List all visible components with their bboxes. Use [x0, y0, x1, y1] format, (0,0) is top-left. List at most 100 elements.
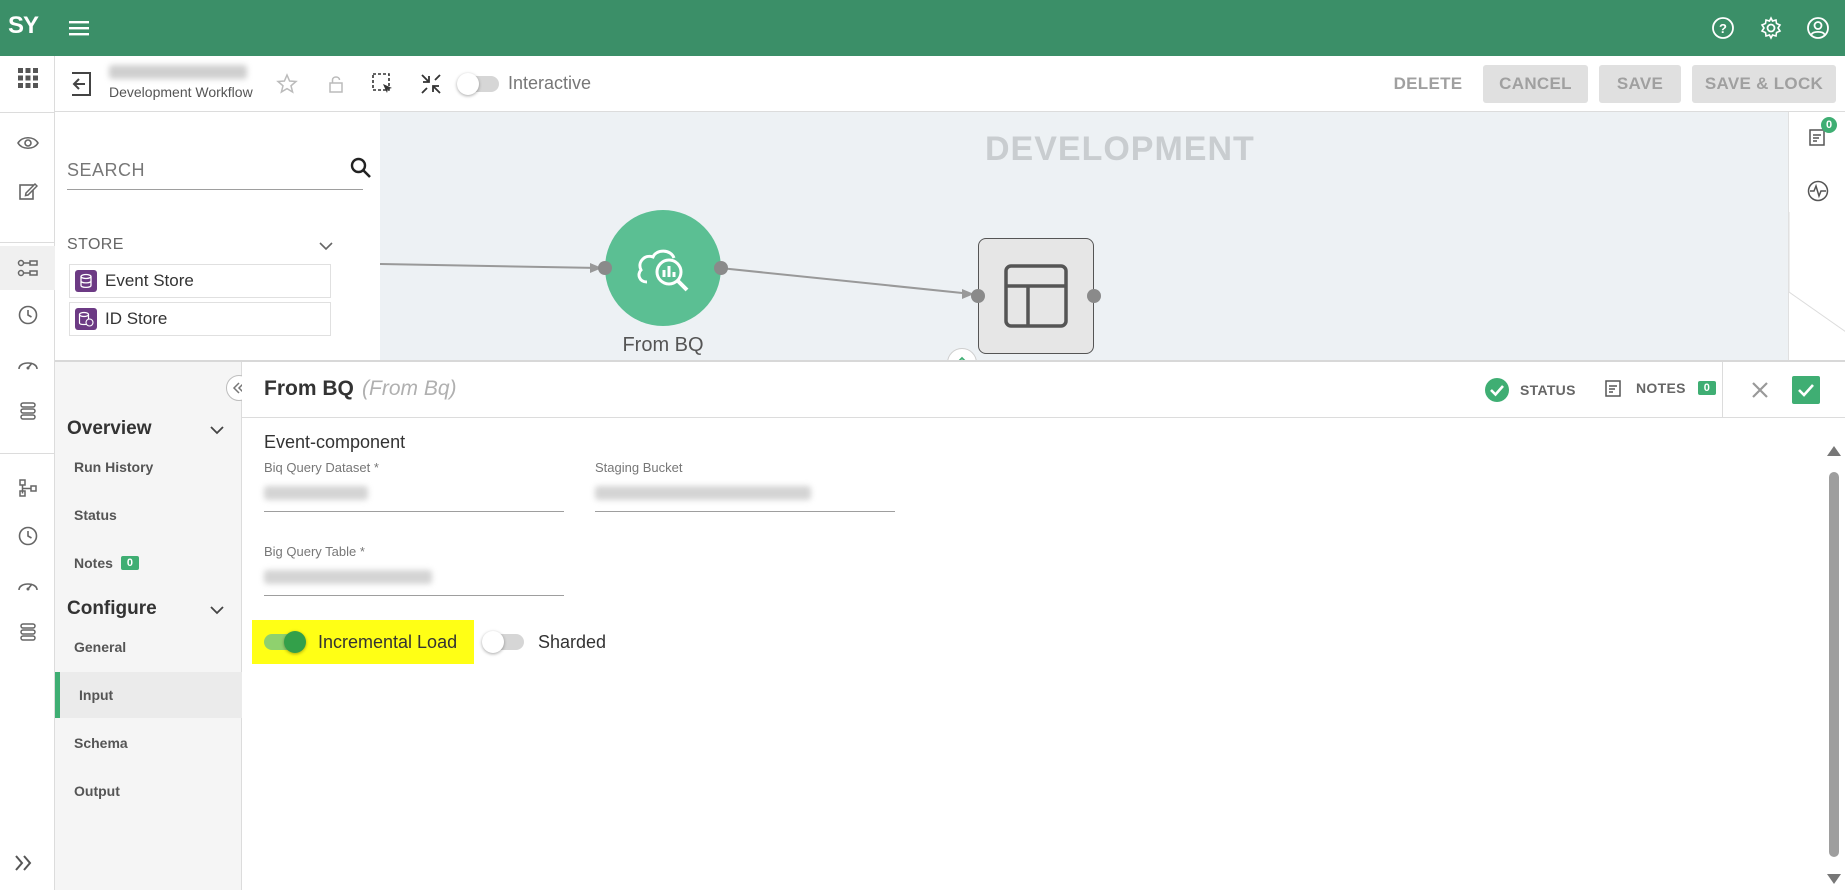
star-icon[interactable]	[274, 71, 300, 97]
search-icon[interactable]	[349, 156, 373, 185]
from-bq-node[interactable]	[605, 210, 721, 326]
nav-item-general[interactable]: General	[55, 624, 242, 670]
svg-text:?: ?	[1719, 21, 1727, 36]
confirm-check-button[interactable]	[1792, 376, 1820, 404]
eye-icon[interactable]	[0, 121, 55, 165]
workflow-name-redacted	[109, 65, 247, 79]
table-layout-icon	[1004, 264, 1068, 328]
panel-scrollbar[interactable]	[1823, 440, 1845, 890]
expand-rail-icon[interactable]	[8, 852, 40, 879]
configure-section-label[interactable]: Configure	[67, 598, 157, 620]
stack-icon[interactable]	[0, 610, 55, 654]
panel-header: From BQ (From Bq) STATUS NOTES 0	[242, 362, 1845, 418]
store-section-label[interactable]: STORE	[67, 236, 124, 254]
incremental-load-toggle[interactable]	[264, 631, 306, 653]
notes-label: NOTES	[1636, 380, 1686, 396]
panel-side-nav: Overview Run History Status Notes 0 Conf…	[55, 362, 242, 890]
sharded-row: Sharded	[482, 620, 607, 664]
node-input-port[interactable]	[598, 261, 612, 275]
overview-section-label[interactable]: Overview	[67, 418, 152, 440]
node-output-port[interactable]	[1087, 289, 1101, 303]
nav-item-input[interactable]: Input	[55, 672, 242, 718]
sharded-toggle[interactable]	[482, 631, 524, 653]
top-app-bar: SY ?	[0, 0, 1845, 56]
workflow-toolbar: Development Workflow Interactive DELETE …	[55, 56, 1845, 112]
history-icon[interactable]	[0, 293, 55, 337]
form-section-title: Event-component	[264, 432, 406, 452]
incremental-load-label: Incremental Load	[318, 631, 458, 652]
database-icon	[75, 270, 97, 292]
canvas-right-rail: 0	[1788, 112, 1845, 360]
scroll-up-arrow-icon[interactable]	[1827, 446, 1841, 456]
field-value-redacted	[595, 486, 811, 500]
chevron-down-icon[interactable]	[319, 238, 333, 256]
close-icon[interactable]	[1747, 377, 1773, 408]
status-label: STATUS	[1520, 382, 1576, 398]
node-output-port[interactable]	[714, 261, 728, 275]
nav-item-notes[interactable]: Notes 0	[55, 540, 242, 586]
scrollbar-thumb[interactable]	[1829, 472, 1839, 857]
nav-item-label: Notes	[74, 555, 113, 571]
nav-item-schema[interactable]: Schema	[55, 720, 242, 766]
notes-count-badge: 0	[120, 556, 140, 570]
sharded-label: Sharded	[538, 631, 607, 652]
save-button[interactable]: SAVE	[1599, 65, 1681, 103]
panel-subtitle: (From Bq)	[362, 377, 457, 400]
edit-icon[interactable]	[0, 169, 55, 213]
search-input[interactable]	[67, 154, 317, 186]
layers-icon[interactable]	[0, 389, 55, 433]
nav-item-run-history[interactable]: Run History	[55, 444, 242, 490]
palette-item-label: Event Store	[105, 271, 194, 290]
field-value-redacted	[264, 486, 368, 500]
exit-workflow-icon[interactable]	[69, 70, 93, 103]
chevron-down-icon[interactable]	[210, 602, 224, 620]
status-button[interactable]: STATUS	[1484, 377, 1576, 403]
fit-view-icon[interactable]	[418, 71, 444, 97]
node-label: From BQ	[622, 334, 704, 356]
field-label: Staging Bucket	[595, 460, 683, 475]
help-icon[interactable]: ?	[1707, 12, 1739, 44]
field-label: Big Query Table *	[264, 544, 365, 559]
scroll-down-arrow-icon[interactable]	[1827, 874, 1841, 884]
delete-button[interactable]: DELETE	[1383, 65, 1473, 103]
nav-item-output[interactable]: Output	[55, 768, 242, 814]
incremental-load-row: Incremental Load	[264, 620, 457, 664]
field-value-redacted	[264, 570, 432, 584]
lock-icon[interactable]	[323, 71, 349, 97]
interactive-toggle[interactable]	[457, 73, 499, 95]
workflow-subtitle: Development Workflow	[109, 84, 253, 100]
bq-dataset-field[interactable]: Biq Query Dataset *	[264, 460, 564, 512]
node-input-port[interactable]	[971, 289, 985, 303]
cancel-button[interactable]: CANCEL	[1483, 65, 1588, 103]
menu-icon[interactable]	[63, 12, 95, 44]
staging-bucket-field[interactable]: Staging Bucket	[595, 460, 895, 512]
left-nav-rail	[0, 56, 55, 890]
gauge-icon[interactable]	[0, 562, 55, 606]
account-icon[interactable]	[1802, 12, 1834, 44]
workflow-icon[interactable]	[0, 246, 55, 290]
gear-icon[interactable]	[1755, 12, 1787, 44]
nav-item-status[interactable]: Status	[55, 492, 242, 538]
app-logo[interactable]: SY	[8, 12, 44, 42]
check-icon	[1798, 384, 1814, 397]
table-node[interactable]	[978, 238, 1094, 354]
check-circle-icon	[1485, 378, 1509, 402]
palette-item-label: ID Store	[105, 309, 168, 328]
field-label: Biq Query Dataset *	[264, 460, 379, 475]
notes-button[interactable]: NOTES 0	[1604, 378, 1717, 398]
notes-icon	[1605, 380, 1621, 397]
select-area-icon[interactable]	[370, 71, 396, 97]
chevron-down-icon[interactable]	[210, 422, 224, 440]
workflow-canvas[interactable]: DEVELOPMENT From BQ	[380, 112, 1788, 360]
palette-item-event-store[interactable]: Event Store	[69, 264, 331, 298]
bq-table-field[interactable]: Big Query Table *	[264, 544, 564, 596]
notes-count-badge: 0	[1697, 381, 1717, 395]
apps-grid-icon[interactable]	[0, 56, 55, 100]
bigquery-analytics-icon	[637, 249, 689, 292]
tree-icon[interactable]	[0, 466, 55, 510]
save-and-lock-button[interactable]: SAVE & LOCK	[1692, 65, 1836, 103]
panel-title: From BQ	[264, 377, 354, 400]
clock-icon[interactable]	[0, 514, 55, 558]
palette-item-id-store[interactable]: ID Store	[69, 302, 331, 336]
dashboard-icon[interactable]	[0, 341, 55, 385]
